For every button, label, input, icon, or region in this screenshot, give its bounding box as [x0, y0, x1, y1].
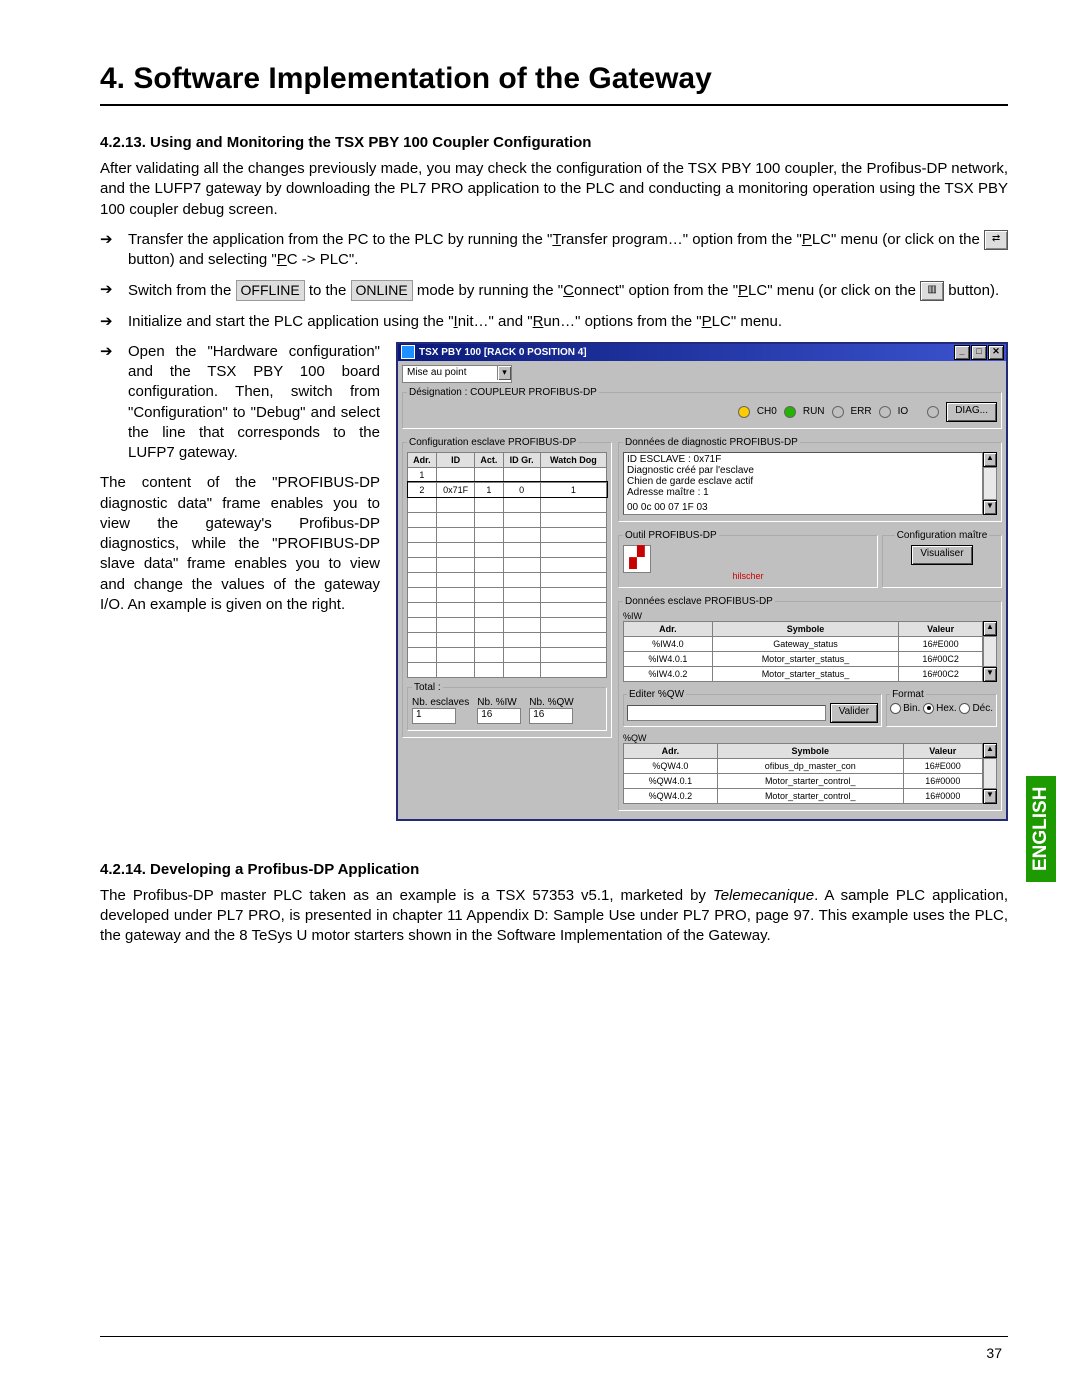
qw-scrollbar[interactable]: ▲▼	[983, 743, 997, 804]
minimize-button[interactable]: _	[954, 345, 970, 360]
totals-slaves: 1	[412, 708, 456, 724]
diag-button[interactable]: DIAG...	[946, 402, 997, 422]
outil-group: Outil PROFIBUS-DP ▞ hilscher	[618, 530, 878, 588]
bullet-init-run: Initialize and start the PLC application…	[100, 312, 1008, 332]
led-io	[879, 406, 891, 418]
iw-scrollbar[interactable]: ▲▼	[983, 621, 997, 682]
close-button[interactable]: ✕	[988, 345, 1004, 360]
editer-input[interactable]	[627, 705, 826, 721]
slave-config-group: Configuration esclave PROFIBUS-DP Adr.ID…	[402, 437, 612, 738]
totals-qw: 16	[529, 708, 573, 724]
editer-group: Editer %QW Valider	[623, 689, 882, 727]
debug-dialog: TSX PBY 100 [RACK 0 POSITION 4] _ □ ✕ ▾	[396, 342, 1008, 821]
offline-label: OFFLINE	[236, 280, 305, 301]
visualiser-button[interactable]: Visualiser	[911, 545, 972, 565]
config-maitre-group: Configuration maître Visualiser	[882, 530, 1002, 588]
dialog-title: TSX PBY 100 [RACK 0 POSITION 4]	[419, 347, 587, 358]
format-group: Format Bin. Hex. Déc.	[886, 689, 997, 727]
slave-config-table[interactable]: Adr.IDAct.ID Gr.Watch Dog 1 20x71F101	[407, 452, 607, 678]
hilscher-icon[interactable]: ▞	[623, 545, 651, 573]
scroll-down-icon[interactable]: ▼	[983, 500, 997, 515]
dialog-titlebar[interactable]: TSX PBY 100 [RACK 0 POSITION 4] _ □ ✕	[398, 344, 1006, 361]
radio-dec[interactable]	[959, 703, 970, 714]
slave-data-group: Données esclave PROFIBUS-DP %IW Adr.Symb…	[618, 596, 1002, 811]
online-label: ONLINE	[351, 280, 413, 301]
connect-icon: ▥	[920, 281, 944, 301]
designation-label: Désignation : COUPLEUR PROFIBUS-DP	[407, 387, 599, 398]
led-run	[784, 406, 796, 418]
diag-scrollbar[interactable]: ▲ ▼	[983, 452, 997, 515]
intro-paragraph: After validating all the changes previou…	[100, 159, 1008, 220]
maximize-button[interactable]: □	[971, 345, 987, 360]
bullet-open-hardware: Open the "Hardware configuration" and th…	[100, 342, 380, 464]
mode-combo[interactable]: ▾	[402, 365, 512, 383]
section-4-2-14-title: 4.2.14. Developing a Profibus-DP Applica…	[100, 861, 1008, 878]
valider-button[interactable]: Valider	[830, 703, 878, 723]
language-tab: ENGLISH	[1026, 776, 1056, 882]
section-4-2-13-title: 4.2.13. Using and Monitoring the TSX PBY…	[100, 134, 1008, 151]
bullet-transfer: Transfer the application from the PC to …	[100, 230, 1008, 271]
radio-bin[interactable]	[890, 703, 901, 714]
led-err	[832, 406, 844, 418]
led-diag	[927, 406, 939, 418]
scroll-up-icon[interactable]: ▲	[983, 452, 997, 467]
section-4-2-14-para: The Profibus-DP master PLC taken as an e…	[100, 886, 1008, 947]
left-paragraph: The content of the "PROFIBUS-DP diagnost…	[100, 473, 380, 615]
totals-group: Total : Nb. esclaves 1 Nb. %IW	[407, 682, 607, 731]
chapter-title: 4. Software Implementation of the Gatewa…	[100, 62, 1008, 96]
mode-combo-value[interactable]	[403, 366, 497, 380]
designation-group: Désignation : COUPLEUR PROFIBUS-DP CH0 R…	[402, 387, 1002, 429]
page-number: 37	[986, 1345, 1002, 1361]
radio-hex[interactable]	[923, 703, 934, 714]
led-ch0	[738, 406, 750, 418]
bullet-switch-mode: Switch from the OFFLINE to the ONLINE mo…	[100, 280, 1008, 301]
chevron-down-icon[interactable]: ▾	[497, 366, 511, 380]
qw-table[interactable]: Adr.SymboleValeur %QW4.0ofibus_dp_master…	[623, 743, 983, 804]
footer-rule	[100, 1336, 1008, 1337]
chapter-rule	[100, 104, 1008, 106]
diag-data-group: Données de diagnostic PROFIBUS-DP ID ESC…	[618, 437, 1002, 522]
iw-table[interactable]: Adr.SymboleValeur %IW4.0Gateway_status16…	[623, 621, 983, 682]
app-icon	[401, 345, 415, 359]
totals-iw: 16	[477, 708, 521, 724]
transfer-icon: ⇄	[984, 230, 1008, 250]
